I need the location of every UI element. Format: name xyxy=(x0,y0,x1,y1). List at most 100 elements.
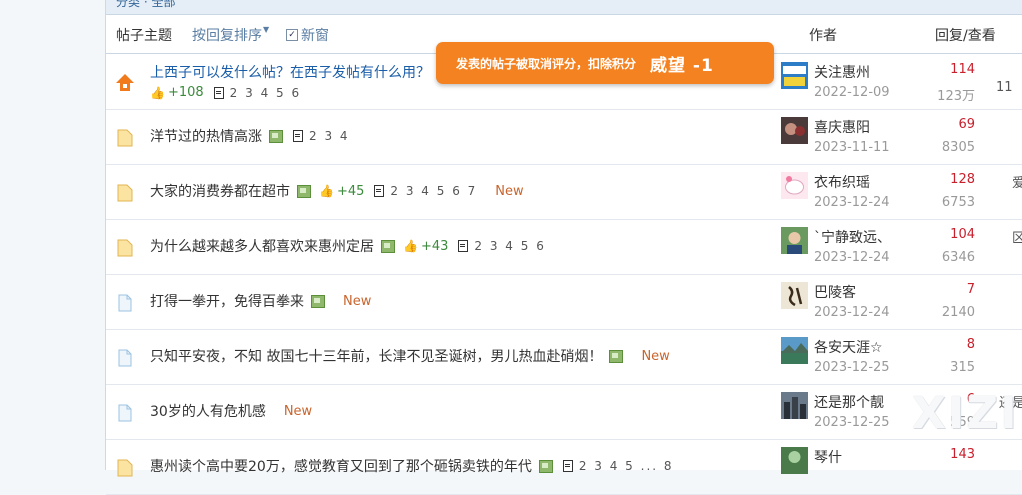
author-name-link[interactable]: 喜庆惠阳 xyxy=(814,117,870,137)
page-icon xyxy=(562,460,573,472)
rating: 👍 +45 xyxy=(319,184,364,199)
subject-header: 帖子主题 xyxy=(116,28,172,44)
page-icon xyxy=(458,240,469,252)
thumbs-up-icon: 👍 xyxy=(319,184,334,198)
thumbs-up-icon: 👍 xyxy=(150,85,165,100)
thread-row: 打得一拳开，免得百拳来 New 巴陵客 2023-12-24 7 2140 xyxy=(106,274,1022,330)
thread-title-link[interactable]: 打得一拳开，免得百拳来 xyxy=(150,291,304,311)
image-attachment-icon xyxy=(538,459,553,473)
author-name-link[interactable]: 琴什 xyxy=(814,447,842,467)
sort-caret-icon: ▼ xyxy=(263,25,270,34)
post-date: 2023-11-11 xyxy=(814,140,890,155)
reply-count: 8 xyxy=(966,337,975,352)
page-icon xyxy=(213,86,224,99)
score-notification-toast: 发表的帖子被取消评分，扣除积分 威望 -1 xyxy=(436,42,774,84)
thread-title-link[interactable]: 惠州读个高中要20万，感觉教育又回到了那个砸锅卖铁的年代 xyxy=(150,456,532,476)
post-date: 2023-12-24 xyxy=(814,195,890,210)
folder-icon xyxy=(117,129,133,147)
folder-icon xyxy=(117,184,133,202)
thread-title-link[interactable]: 为什么越来越多人都喜欢来惠州定居 xyxy=(150,236,374,256)
doc-icon xyxy=(118,349,132,367)
sort-by-reply-link[interactable]: 按回复排序▼ xyxy=(192,25,269,45)
sort-label: 按回复排序 xyxy=(192,28,262,44)
post-date: 2023-12-24 xyxy=(814,305,890,320)
doc-icon xyxy=(118,294,132,312)
avatar[interactable] xyxy=(781,117,808,144)
page-numbers[interactable]: 2 3 4 5 6 7 xyxy=(390,184,477,198)
new-window-toggle[interactable]: ✓ 新窗 xyxy=(286,25,329,45)
avatar[interactable] xyxy=(781,282,808,309)
page-numbers[interactable]: 2 3 4 xyxy=(309,129,350,143)
last-post-fragment: 爱 xyxy=(1012,176,1022,191)
image-attachment-icon xyxy=(311,294,325,308)
folder-icon xyxy=(117,459,133,477)
last-post-fragment: 区 xyxy=(1012,231,1022,246)
thread-title-link[interactable]: 30岁的人有危机感 xyxy=(150,401,266,421)
avatar[interactable] xyxy=(781,62,808,89)
reply-count: 69 xyxy=(958,117,975,132)
rating-value: +43 xyxy=(420,238,449,254)
page-icon xyxy=(374,185,385,197)
image-attachment-icon xyxy=(297,184,311,198)
thread-row: 洋节过的热情高涨 2 3 4 喜庆惠阳 2023-11-11 69 8305 xyxy=(106,109,1022,165)
page-numbers[interactable]: 2 3 4 5 6 xyxy=(230,86,301,100)
page-links[interactable]: 2 3 4 5 ... 8 xyxy=(562,459,674,473)
reply-count: 104 xyxy=(950,227,975,242)
page-links[interactable]: 2 3 4 5 6 xyxy=(213,86,301,100)
new-badge: New xyxy=(283,403,313,419)
avatar[interactable] xyxy=(781,172,808,199)
thread-title-link[interactable]: 上西子可以发什么帖？在西子发帖有什么用？ xyxy=(150,62,430,82)
author-name-link[interactable]: 还是那个靓 xyxy=(814,392,884,412)
view-count: 2140 xyxy=(941,305,975,320)
reply-count: 114 xyxy=(950,62,975,77)
page-links[interactable]: 2 3 4 5 6 xyxy=(458,239,545,253)
avatar[interactable] xyxy=(781,337,808,364)
view-count: 123万 xyxy=(937,89,975,104)
view-count: 6346 xyxy=(941,250,975,265)
new-badge: New xyxy=(641,348,670,364)
author-name-link[interactable]: `宁静致远、 xyxy=(814,227,891,247)
author-name-link[interactable]: 巴陵客 xyxy=(814,282,856,302)
rating: 👍 +43 xyxy=(403,239,448,254)
page-links[interactable]: 2 3 4 xyxy=(293,129,350,143)
avatar[interactable] xyxy=(781,392,808,419)
thread-title-link[interactable]: 只知平安夜，不知 故国七十三年前，长津不见圣诞树，男儿热血赴硝烟！ xyxy=(150,346,602,366)
author-name-link[interactable]: 各安天涯☆ xyxy=(814,337,883,357)
hot-thread-icon xyxy=(116,74,134,91)
page-numbers[interactable]: 2 3 4 5 ... 8 xyxy=(579,459,674,473)
post-date: 2023-12-25 xyxy=(814,415,890,430)
rating-value: +108 xyxy=(167,85,204,100)
thread-row: 30岁的人有危机感 New 还是那个靓 2023-12-25 6 559 还是 xyxy=(106,384,1022,440)
reply-count: 128 xyxy=(950,172,975,187)
thread-row: 大家的消费券都在超市 👍 +45 2 3 4 5 6 7 New 衣布织瑶 202… xyxy=(106,164,1022,220)
reply-count: 7 xyxy=(966,282,975,297)
category-breadcrumb[interactable]: 分类 · 全部 xyxy=(106,0,175,9)
toast-message: 发表的帖子被取消评分，扣除积分 xyxy=(456,56,637,71)
new-badge: New xyxy=(343,293,372,309)
image-attachment-icon xyxy=(381,239,395,253)
author-name-link[interactable]: 衣布织瑶 xyxy=(814,172,870,192)
image-attachment-icon xyxy=(269,129,283,143)
post-date: 2022-12-09 xyxy=(814,85,890,100)
thumbs-up-icon: 👍 xyxy=(403,239,418,253)
left-gutter xyxy=(0,0,105,470)
author-name-link[interactable]: 关注惠州 xyxy=(814,62,870,82)
view-count: 8305 xyxy=(941,140,975,155)
page-numbers[interactable]: 2 3 4 5 6 xyxy=(474,239,545,253)
thread-row: 为什么越来越多人都喜欢来惠州定居 👍 +43 2 3 4 5 6 `宁静致远、 2… xyxy=(106,219,1022,275)
reply-count: 143 xyxy=(950,447,975,462)
category-strip: 分类 · 全部 xyxy=(106,0,1022,15)
thread-title-link[interactable]: 洋节过的热情高涨 xyxy=(150,126,262,146)
post-date: 2023-12-24 xyxy=(814,250,890,265)
avatar[interactable] xyxy=(781,227,808,254)
new-badge: New xyxy=(495,183,524,199)
page-links[interactable]: 2 3 4 5 6 7 xyxy=(374,184,477,198)
view-count: 6753 xyxy=(941,195,975,210)
site-watermark: XIZI xyxy=(912,388,1019,439)
reply-view-header: 回复/查看 xyxy=(935,28,996,44)
post-date: 2023-12-25 xyxy=(814,360,890,375)
last-post-fragment: 11 xyxy=(996,80,1013,95)
thread-title-link[interactable]: 大家的消费券都在超市 xyxy=(150,181,290,201)
new-window-checkbox[interactable]: ✓ xyxy=(286,29,298,41)
toast-score-change: 威望 -1 xyxy=(650,55,714,76)
